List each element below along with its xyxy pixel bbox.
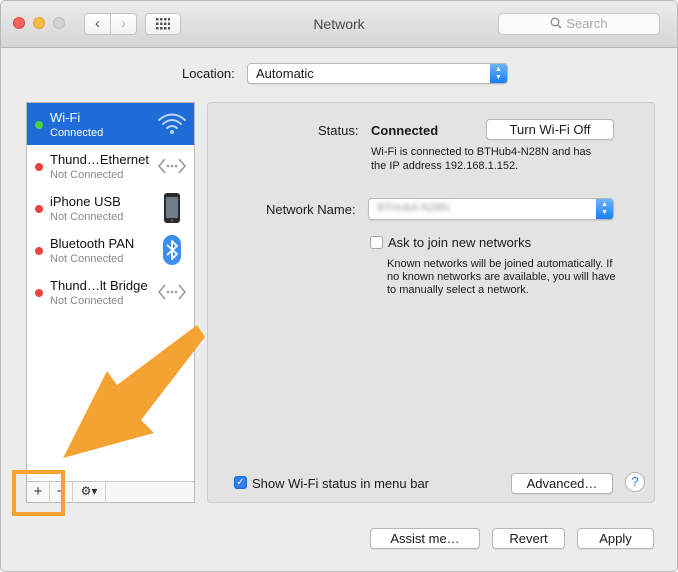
network-preferences-window: ‹ › Network Search Location: Automatic ▲…: [0, 0, 678, 572]
orange-arrow-icon: [63, 325, 205, 458]
orange-highlight-box: [12, 470, 65, 516]
orange-arrow-annotation: [63, 325, 205, 458]
